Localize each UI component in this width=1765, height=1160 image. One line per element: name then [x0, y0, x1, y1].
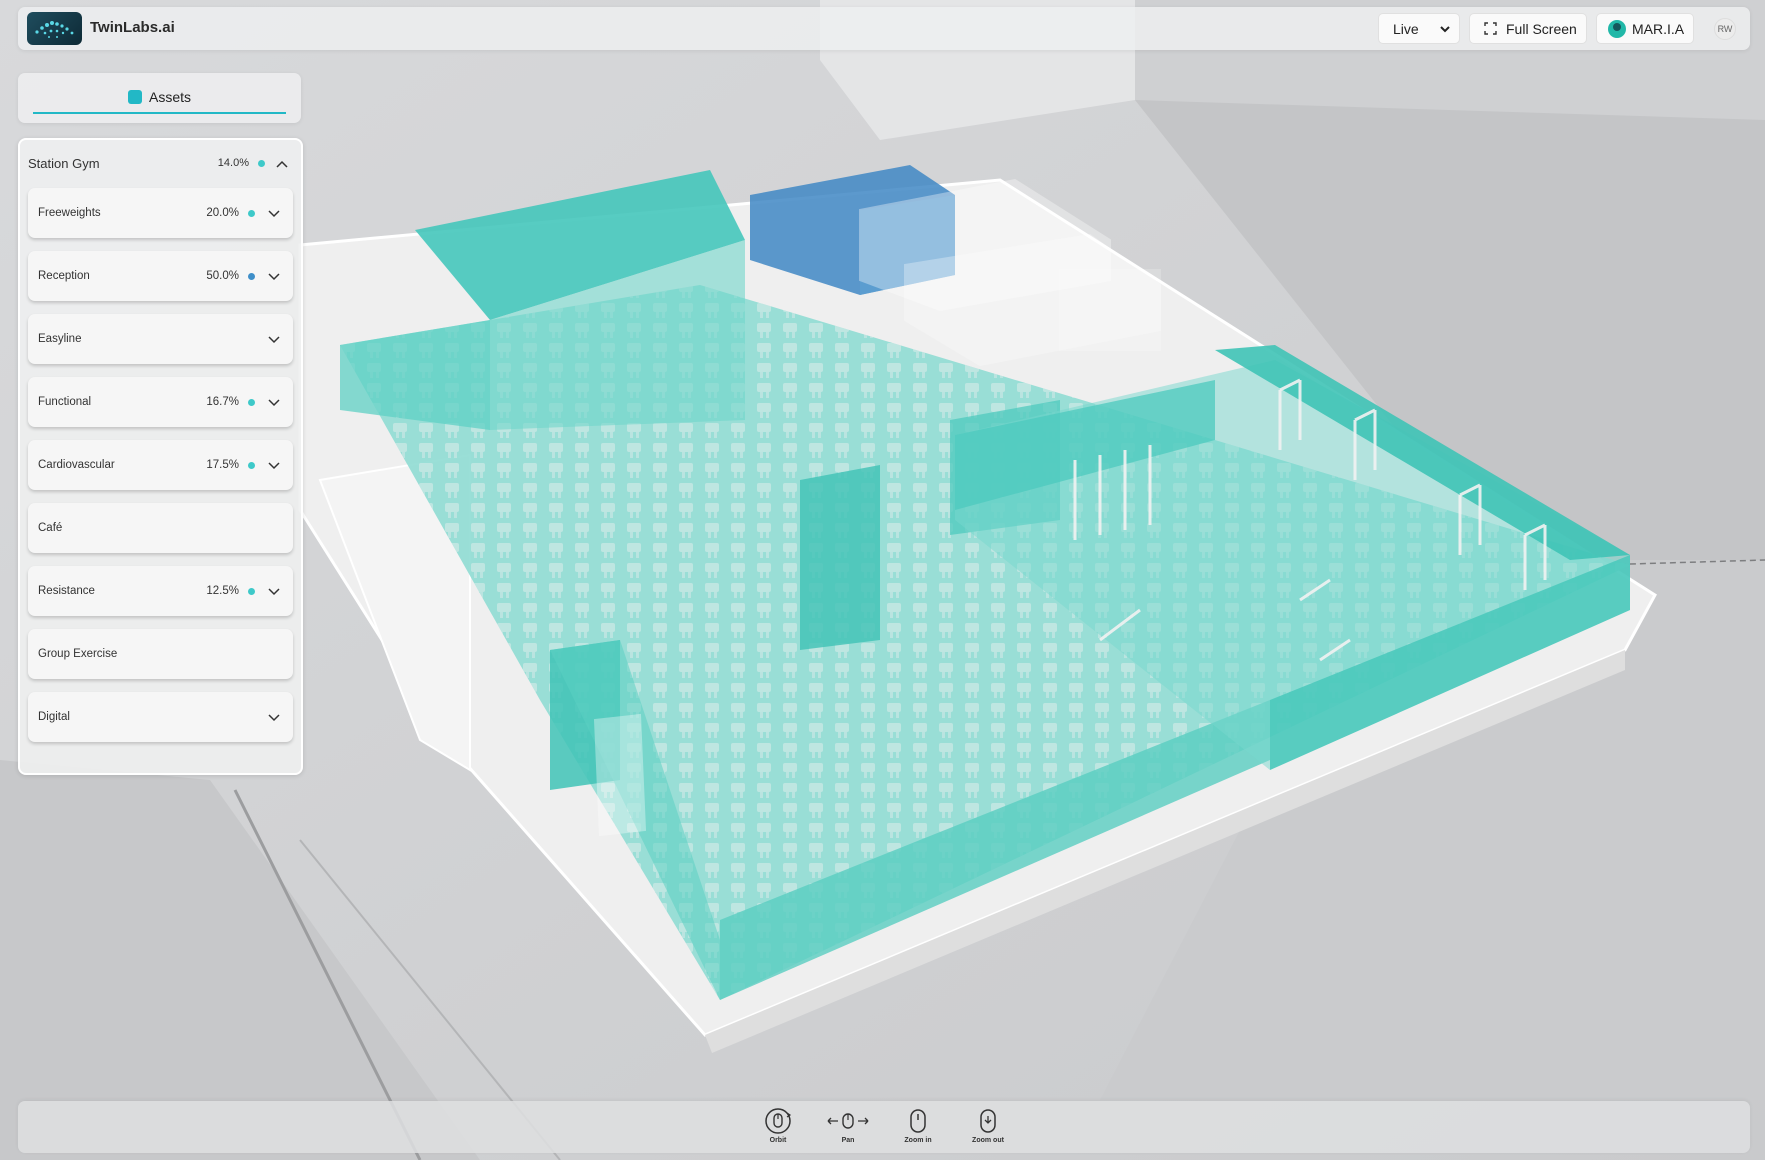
zone-name: Resistance — [38, 585, 95, 597]
mouse-scroll-icon — [980, 1109, 996, 1133]
chevron-up-icon[interactable] — [275, 158, 289, 170]
chevron-down-icon[interactable] — [267, 335, 281, 345]
zone-functional[interactable]: Functional 16.7% — [28, 377, 293, 427]
zone-percent: 20.0% — [206, 207, 239, 219]
zone-freeweights[interactable]: Freeweights 20.0% — [28, 188, 293, 238]
zone-name: Reception — [38, 270, 90, 282]
gym-header[interactable]: Station Gym 14.0% — [28, 156, 293, 174]
assets-icon — [127, 90, 142, 104]
pan-icon — [827, 1113, 869, 1129]
orbit-icon — [765, 1108, 792, 1134]
zone-resistance[interactable]: Resistance 12.5% — [28, 566, 293, 616]
zone-name: Café — [38, 522, 63, 534]
brand-name: TwinLabs.ai — [90, 19, 175, 36]
navigation-help-bar: Orbit Pan Zoom in Zoom out — [18, 1101, 1750, 1153]
gym-percent: 14.0% — [217, 157, 249, 169]
zone-name: Digital — [38, 711, 70, 723]
zone-name: Functional — [38, 396, 92, 408]
chevron-down-icon — [1440, 26, 1450, 33]
zone-group-exercise[interactable]: Group Exercise — [28, 629, 293, 679]
zone-percent: 16.7% — [206, 396, 239, 408]
zone-percent: 50.0% — [206, 270, 239, 282]
chevron-down-icon[interactable] — [267, 461, 281, 471]
view-mode-select[interactable]: Live — [1378, 13, 1460, 44]
pan-label: Pan — [841, 1137, 855, 1144]
zoom-out-label: Zoom out — [972, 1137, 1004, 1144]
assistant-button[interactable]: MAR.I.A — [1596, 13, 1694, 44]
zone-cardiovascular[interactable]: Cardiovascular 17.5% — [28, 440, 293, 490]
fullscreen-button[interactable]: Full Screen — [1469, 13, 1587, 44]
orbit-label: Orbit — [769, 1137, 787, 1144]
fullscreen-icon — [1484, 22, 1497, 35]
active-tab-indicator — [33, 112, 286, 114]
zoom-in-label: Zoom in — [904, 1137, 932, 1144]
zoom-out-control[interactable]: Zoom out — [966, 1107, 1010, 1149]
assets-tab-label: Assets — [148, 89, 191, 105]
gym-name: Station Gym — [28, 156, 100, 171]
chevron-down-icon[interactable] — [267, 209, 281, 219]
status-dot — [248, 273, 255, 280]
status-dot — [248, 399, 255, 406]
zone-cafe[interactable]: Café — [28, 503, 293, 553]
view-mode-value: Live — [1393, 20, 1419, 37]
chevron-down-icon[interactable] — [267, 713, 281, 723]
status-dot — [248, 462, 255, 469]
zone-easyline[interactable]: Easyline — [28, 314, 293, 364]
status-dot — [258, 160, 265, 167]
zone-digital[interactable]: Digital — [28, 692, 293, 742]
zone-percent: 17.5% — [206, 459, 239, 471]
assets-tab[interactable]: Assets — [18, 73, 301, 123]
zoom-in-control[interactable]: Zoom in — [896, 1107, 940, 1149]
zone-reception[interactable]: Reception 50.0% — [28, 251, 293, 301]
fullscreen-label: Full Screen — [1506, 20, 1577, 37]
assets-tab-content: Assets — [18, 89, 301, 105]
zone-percent: 12.5% — [206, 585, 239, 597]
top-bar: TwinLabs.ai Live Full Screen MAR.I.A RW — [18, 7, 1750, 50]
mouse-scroll-icon — [910, 1109, 926, 1133]
status-dot — [248, 588, 255, 595]
chevron-down-icon[interactable] — [267, 398, 281, 408]
assistant-label: MAR.I.A — [1632, 20, 1685, 37]
twinlabs-logo[interactable] — [27, 12, 82, 45]
chevron-down-icon[interactable] — [267, 272, 281, 282]
assistant-avatar-icon — [1608, 19, 1626, 38]
chevron-down-icon[interactable] — [267, 587, 281, 597]
user-avatar[interactable]: RW — [1714, 18, 1736, 40]
pan-control[interactable]: Pan — [826, 1107, 870, 1149]
zone-name: Easyline — [38, 333, 82, 345]
status-dot — [248, 210, 255, 217]
zone-name: Cardiovascular — [38, 459, 115, 471]
orbit-control[interactable]: Orbit — [756, 1107, 800, 1149]
zone-name: Freeweights — [38, 207, 101, 219]
zone-name: Group Exercise — [38, 648, 118, 660]
zones-panel: Station Gym 14.0% Freeweights 20.0% Rece… — [18, 138, 303, 775]
